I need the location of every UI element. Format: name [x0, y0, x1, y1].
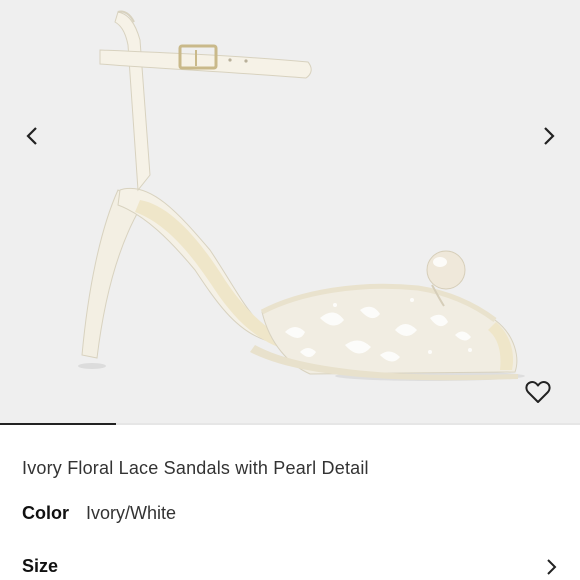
chevron-right-icon: [547, 559, 557, 575]
previous-image-button[interactable]: [20, 122, 44, 150]
product-title: Ivory Floral Lace Sandals with Pearl Det…: [22, 458, 369, 478]
color-row: Color Ivory/White: [22, 503, 176, 524]
gallery-progress-fill: [0, 423, 116, 425]
heart-outline-icon: [525, 380, 551, 403]
size-selector[interactable]: Size: [0, 552, 580, 580]
add-to-wishlist-button[interactable]: [522, 376, 554, 408]
product-image: [78, 10, 525, 381]
size-label: Size: [22, 556, 59, 576]
chevron-right-icon: [544, 127, 555, 145]
chevron-left-icon: [26, 127, 37, 145]
product-image-gallery[interactable]: [0, 0, 580, 425]
color-value: Ivory/White: [86, 503, 177, 523]
gallery-progress-bar: [0, 423, 580, 425]
next-image-button[interactable]: [537, 122, 561, 150]
color-label: Color: [22, 503, 69, 523]
